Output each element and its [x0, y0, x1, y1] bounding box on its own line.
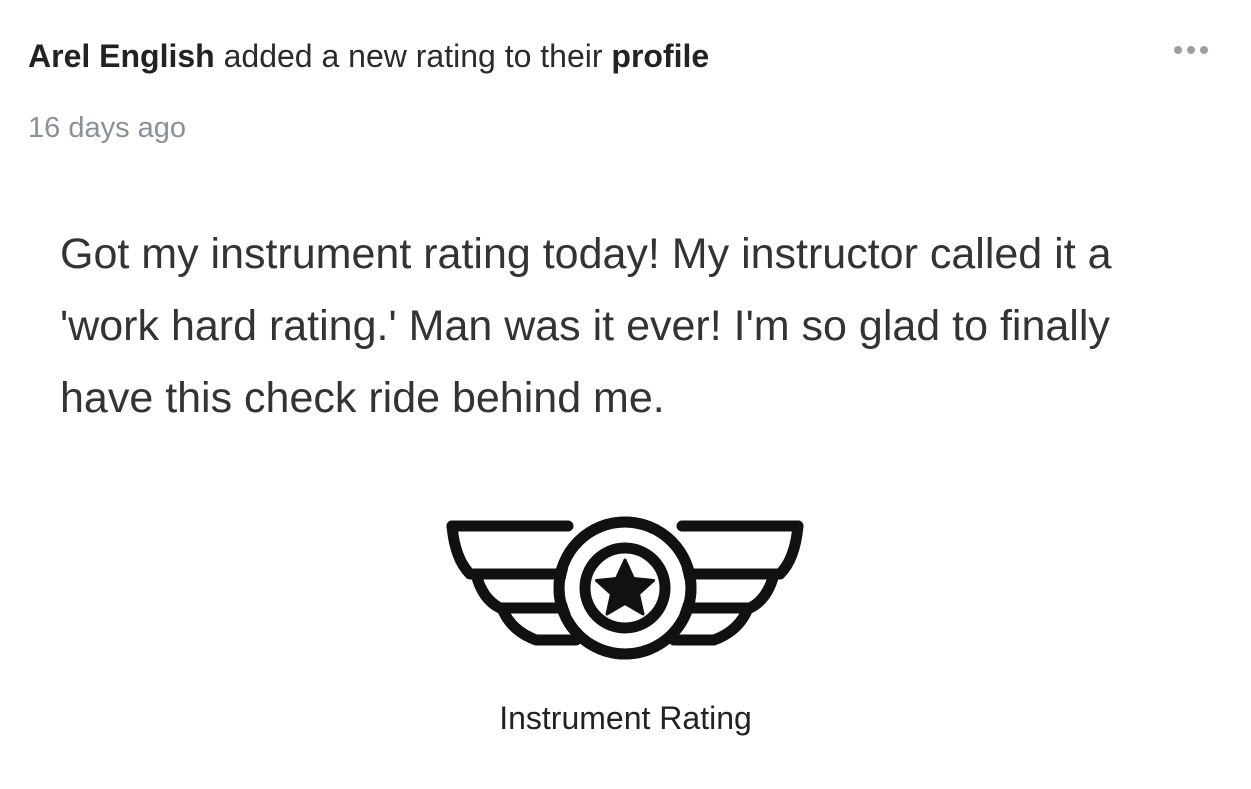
- action-text: added a new rating to their: [223, 38, 603, 74]
- more-options-button[interactable]: [1166, 36, 1216, 64]
- post-timestamp: 16 days ago: [28, 112, 187, 144]
- more-horizontal-icon: [1187, 46, 1195, 54]
- winged-star-badge-icon: [446, 516, 804, 660]
- author-name[interactable]: Arel English: [28, 38, 215, 74]
- profile-link[interactable]: profile: [611, 38, 709, 74]
- post-header: Arel English added a new rating to their…: [28, 36, 709, 76]
- activity-post: Arel English added a new rating to their…: [0, 0, 1251, 789]
- badge-label: Instrument Rating: [499, 700, 752, 736]
- post-body-text: Got my instrument rating today! My instr…: [60, 230, 1112, 422]
- more-horizontal-icon: [1174, 46, 1182, 54]
- more-horizontal-icon: [1200, 46, 1208, 54]
